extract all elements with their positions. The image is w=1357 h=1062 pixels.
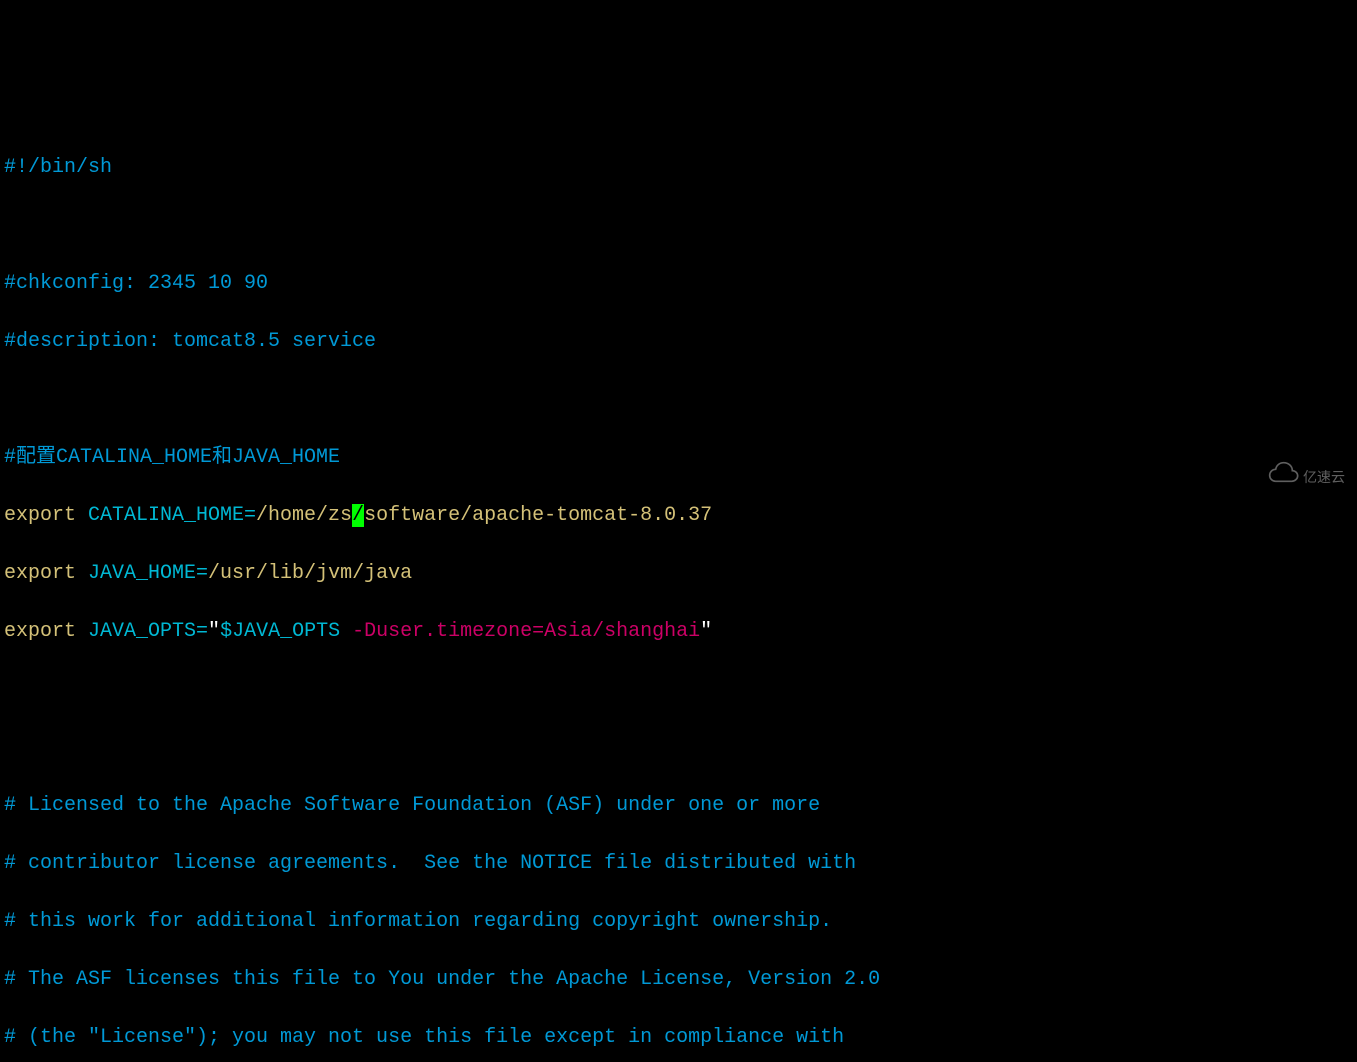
chkconfig-comment: #chkconfig: 2345 10 90 [4, 272, 268, 295]
license-line-4: # The ASF licenses this file to You unde… [4, 968, 880, 991]
license-line-2: # contributor license agreements. See th… [4, 852, 856, 875]
quote-open: " [208, 620, 220, 643]
license-line-5: # (the "License"); you may not use this … [4, 1026, 844, 1049]
java-opts-export-line: export JAVA_OPTS="$JAVA_OPTS -Duser.time… [4, 617, 1353, 646]
config-comment: #配置CATALINA_HOME和JAVA_HOME [4, 446, 340, 469]
quote-close: " [700, 620, 712, 643]
license-line-1: # Licensed to the Apache Software Founda… [4, 794, 820, 817]
shebang-line: #!/bin/sh [4, 156, 112, 179]
catalina-var: CATALINA_HOME= [76, 504, 256, 527]
catalina-export-line: export CATALINA_HOME=/home/zs/software/a… [4, 501, 1353, 530]
cloud-icon [1219, 431, 1299, 523]
java-opts-var: JAVA_OPTS= [76, 620, 208, 643]
java-opts-value: -Duser.timezone=Asia/shanghai [352, 620, 700, 643]
java-home-export-line: export JAVA_HOME=/usr/lib/jvm/java [4, 559, 1353, 588]
watermark-text: 亿速云 [1303, 467, 1345, 487]
catalina-path-pre: /home/zs [256, 504, 352, 527]
export-keyword: export [4, 562, 76, 585]
export-keyword: export [4, 620, 76, 643]
java-opts-ref: $JAVA_OPTS [220, 620, 340, 643]
license-line-3: # this work for additional information r… [4, 910, 832, 933]
export-keyword: export [4, 504, 76, 527]
cursor-position: / [352, 504, 364, 527]
terminal-editor[interactable]: #!/bin/sh #chkconfig: 2345 10 90 #descri… [4, 124, 1353, 1062]
catalina-path-post: software/apache-tomcat-8.0.37 [364, 504, 712, 527]
java-home-var: JAVA_HOME= [76, 562, 208, 585]
java-home-path: /usr/lib/jvm/java [208, 562, 412, 585]
watermark: 亿速云 [1219, 431, 1345, 523]
description-comment: #description: tomcat8.5 service [4, 330, 376, 353]
